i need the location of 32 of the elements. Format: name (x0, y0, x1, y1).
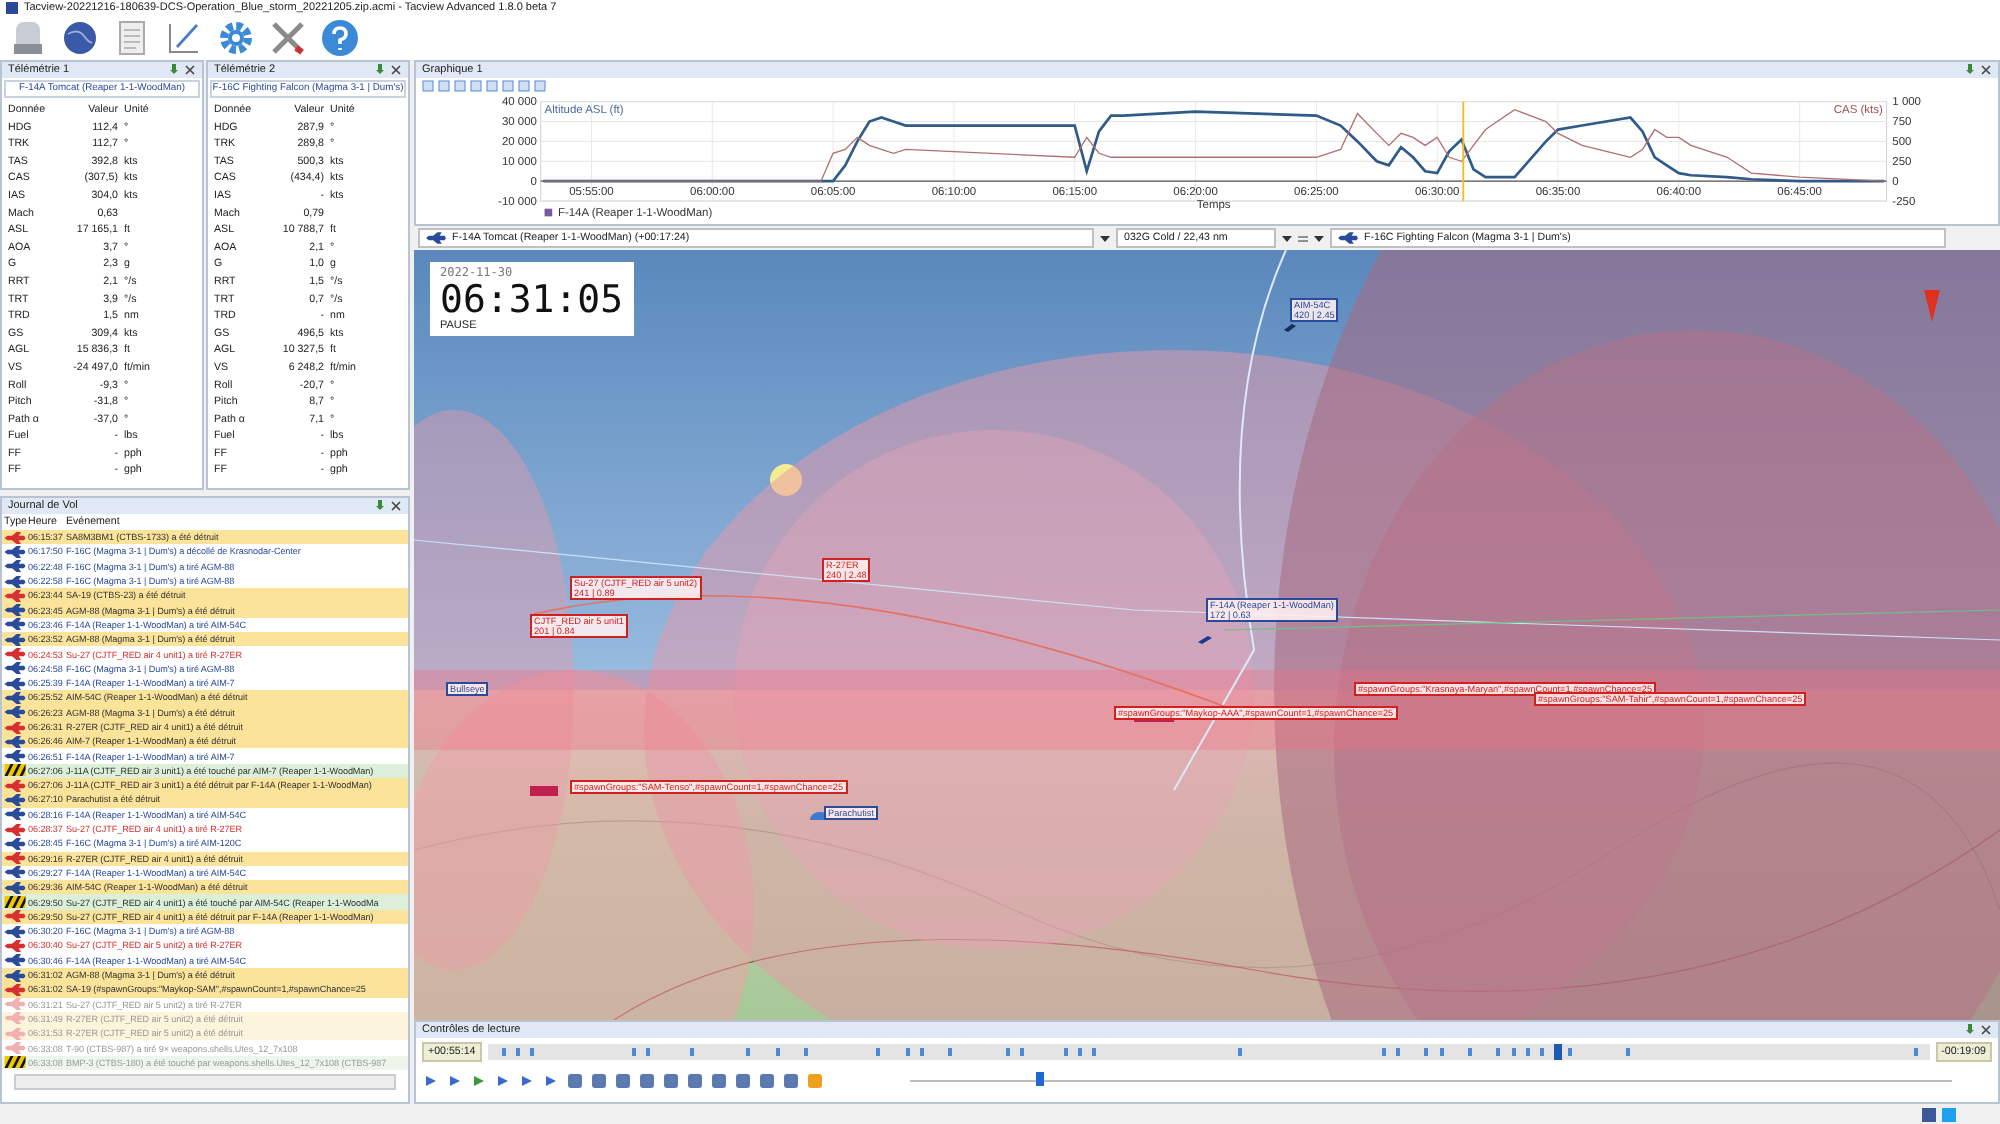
pin-icon[interactable] (374, 500, 386, 512)
close-icon[interactable] (1980, 64, 1992, 76)
pin-icon[interactable] (1964, 1024, 1976, 1036)
caret-icon[interactable] (1282, 233, 1292, 243)
time-cursor[interactable] (1462, 100, 1465, 202)
north-arrow-icon (1924, 290, 1940, 322)
close-icon[interactable] (390, 500, 402, 512)
caret-icon[interactable] (1100, 233, 1110, 243)
hazard-icon (4, 764, 26, 777)
close-icon[interactable] (184, 64, 196, 76)
close-icon[interactable] (390, 64, 402, 76)
speed-slider[interactable] (1035, 1072, 1044, 1086)
hazard-icon (4, 896, 26, 909)
caret-icon[interactable] (1314, 233, 1324, 243)
tools-icon[interactable] (268, 18, 308, 58)
close-icon[interactable] (1980, 1024, 1992, 1036)
time-text: 06:31:05 (440, 280, 624, 320)
pencil-chart-icon[interactable] (164, 18, 204, 58)
timeline-track[interactable] (487, 1044, 1930, 1060)
pin-icon[interactable] (1964, 64, 1976, 76)
help-icon[interactable] (320, 18, 360, 58)
settings-icon[interactable] (216, 18, 256, 58)
timeline-handle[interactable] (1554, 1044, 1563, 1060)
pin-icon[interactable] (374, 64, 386, 76)
hardware-icon[interactable] (8, 18, 48, 58)
play-icon[interactable] (470, 1071, 488, 1089)
legend-swatch (544, 208, 553, 217)
swap-icon[interactable] (1298, 233, 1308, 243)
pin-icon[interactable] (168, 64, 180, 76)
app-icon (6, 2, 18, 14)
hazard-icon (4, 1056, 26, 1069)
scrollbar[interactable] (14, 1073, 396, 1090)
